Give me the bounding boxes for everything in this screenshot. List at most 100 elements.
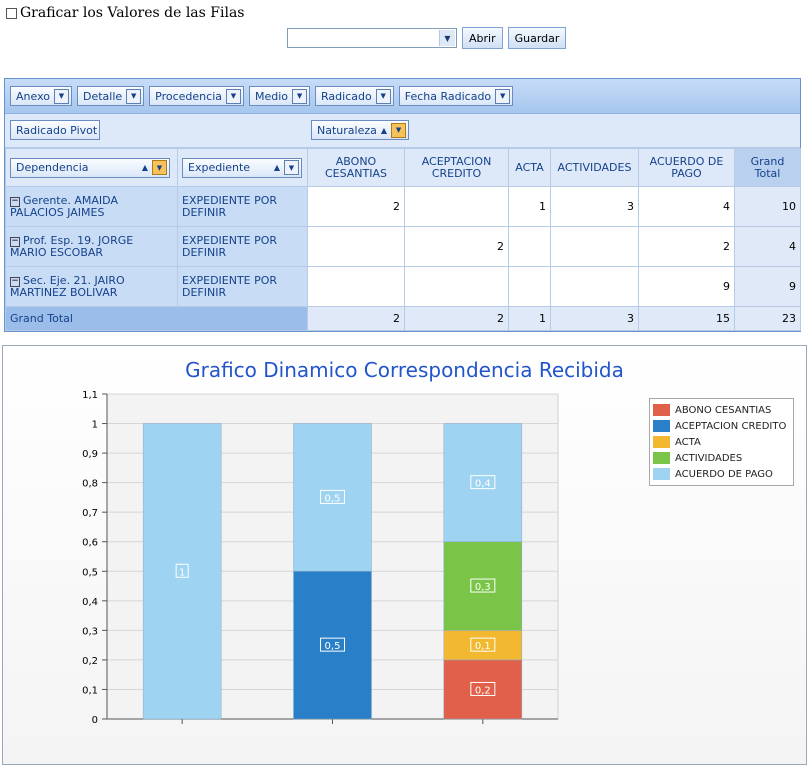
y-tick-label: 0,3	[82, 626, 98, 637]
row-header-dependencia[interactable]: − Sec. Eje. 21. JAIRO MARTINEZ BOLIVAR	[5, 266, 178, 307]
data-cell	[550, 226, 639, 267]
filter-dropdown-icon[interactable]: ▼	[495, 88, 511, 104]
row-field-expediente[interactable]: Expediente ▲ ▼	[177, 148, 308, 187]
row-header-dependencia[interactable]: − Prof. Esp. 19. JORGE MARIO ESCOBAR	[5, 226, 178, 267]
data-cell: 2	[307, 186, 405, 227]
row-header-dependencia[interactable]: − Gerente. AMAIDA PALACIOS JAIMES	[5, 186, 178, 227]
legend-item: ABONO CESANTIAS	[653, 402, 790, 418]
data-label: 0,3	[475, 582, 491, 593]
graph-rows-option[interactable]: Graficar los Valores de las Filas	[6, 5, 244, 21]
filter-dropdown-icon[interactable]: ▼	[126, 88, 142, 104]
grand-total-cell: 23	[734, 306, 801, 331]
grand-total-cell: 2	[404, 306, 509, 331]
legend-item: ACTA	[653, 434, 790, 450]
grand-total-row: Grand Total 2 2 1 3 15 23	[5, 306, 801, 331]
data-cell	[508, 226, 551, 267]
y-tick-label: 0,7	[82, 508, 98, 519]
field-expediente[interactable]: Expediente ▲ ▼	[182, 157, 302, 178]
data-label: 0,5	[325, 641, 341, 652]
field-label: Naturaleza	[317, 123, 377, 137]
grand-total-cell: 1	[508, 306, 551, 331]
data-cell	[508, 266, 551, 307]
legend-label: ABONO CESANTIAS	[675, 404, 772, 416]
row-header-expediente: EXPEDIENTE POR DEFINIR	[177, 226, 308, 267]
filter-dropdown-icon[interactable]: ▼	[292, 88, 308, 104]
table-row: − Sec. Eje. 21. JAIRO MARTINEZ BOLIVAR EX…	[5, 266, 801, 307]
pivot-table: Dependencia ▲ ▼ Expediente ▲ ▼ ABONO CESAN…	[5, 148, 801, 331]
table-row: − Gerente. AMAIDA PALACIOS JAIMES EXPEDIE…	[5, 186, 801, 227]
data-cell	[404, 266, 509, 307]
grand-total-cell: 15	[638, 306, 735, 331]
filter-dropdown-icon[interactable]: ▼	[284, 160, 299, 175]
filter-dropdown-icon[interactable]: ▼	[226, 88, 241, 104]
legend-swatch	[653, 468, 670, 480]
field-label: Radicado Pivot	[16, 123, 98, 137]
column-header[interactable]: ACTIVIDADES	[550, 148, 639, 187]
data-cell	[307, 266, 405, 307]
legend-swatch	[653, 452, 670, 464]
row-header-expediente: EXPEDIENTE POR DEFINIR	[177, 266, 308, 307]
sort-ascending-icon: ▲	[273, 162, 280, 172]
row-header-expediente: EXPEDIENTE POR DEFINIR	[177, 186, 308, 227]
field-label: Detalle	[82, 89, 123, 103]
column-header[interactable]: ACEPTACION CREDITO	[404, 148, 509, 187]
y-tick-label: 0,5	[82, 567, 98, 578]
field-detalle[interactable]: Detalle ▼	[76, 86, 145, 106]
dependencia-label: Sec. Eje. 21. JAIRO MARTINEZ BOLIVAR	[10, 273, 125, 299]
y-tick-label: 0,6	[82, 538, 98, 549]
field-label: Medio	[255, 89, 289, 103]
layout-select[interactable]: ▼	[287, 28, 457, 48]
pivot-grid: Anexo ▼ Detalle ▼ Procedencia ▼ Medio ▼ Radi…	[4, 78, 801, 332]
sort-ascending-icon: ▲	[380, 125, 388, 135]
legend-swatch	[653, 436, 670, 448]
field-radicado[interactable]: Radicado ▼	[315, 86, 394, 106]
save-button[interactable]: Guardar	[507, 27, 567, 49]
legend-item: ACTIVIDADES	[653, 450, 790, 466]
data-cell: 9	[638, 266, 735, 307]
data-cell: 3	[550, 186, 639, 227]
field-label: Anexo	[16, 89, 50, 103]
data-cell	[307, 226, 405, 267]
filter-dropdown-icon[interactable]: ▼	[375, 88, 391, 104]
grand-total-label: Grand Total	[5, 306, 308, 331]
column-header[interactable]: ABONO CESANTIAS	[307, 148, 405, 187]
field-label: Fecha Radicado	[404, 89, 492, 103]
data-cell	[404, 186, 509, 227]
field-label: Procedencia	[155, 89, 222, 103]
graph-rows-checkbox[interactable]	[6, 7, 17, 19]
filter-dropdown-icon[interactable]: ▼	[152, 160, 167, 175]
data-label: 0,4	[475, 479, 491, 490]
row-field-dependencia[interactable]: Dependencia ▲ ▼	[5, 148, 178, 187]
column-header[interactable]: ACUERDO DE PAGO	[638, 148, 735, 187]
field-procedencia[interactable]: Procedencia ▼	[149, 86, 244, 106]
row-total-cell: 10	[734, 186, 801, 227]
data-cell: 2	[404, 226, 509, 267]
legend-label: ACTA	[675, 436, 701, 448]
grand-total-header: Grand Total	[734, 148, 801, 187]
filter-dropdown-icon[interactable]: ▼	[53, 88, 69, 104]
legend-item: ACUERDO DE PAGO	[653, 466, 790, 482]
column-header[interactable]: ACTA	[508, 148, 551, 187]
y-tick-label: 0,9	[82, 449, 98, 460]
data-label: 1	[179, 567, 185, 578]
chevron-down-icon[interactable]: ▼	[439, 30, 455, 46]
field-dependencia[interactable]: Dependencia ▲ ▼	[10, 157, 170, 178]
legend-label: ACUERDO DE PAGO	[675, 468, 773, 480]
legend-label: ACEPTACION CREDITO	[675, 420, 787, 432]
filter-dropdown-icon[interactable]: ▼	[391, 122, 407, 138]
data-cell: 4	[638, 186, 735, 227]
field-radicado-pivot[interactable]: Radicado Pivot	[10, 120, 101, 140]
field-naturaleza[interactable]: Naturaleza ▲ ▼	[311, 120, 410, 140]
field-fecha-radicado[interactable]: Fecha Radicado ▼	[398, 86, 514, 106]
field-anexo[interactable]: Anexo ▼	[10, 86, 72, 106]
sort-ascending-icon: ▲	[141, 162, 148, 172]
field-medio[interactable]: Medio ▼	[249, 86, 311, 106]
row-total-cell: 9	[734, 266, 801, 307]
open-button[interactable]: Abrir	[462, 27, 503, 49]
data-cell: 1	[508, 186, 551, 227]
dependencia-label: Gerente. AMAIDA PALACIOS JAIMES	[10, 193, 118, 219]
data-label: 0,2	[475, 685, 491, 696]
y-tick-label: 0,2	[82, 656, 98, 667]
table-row: − Prof. Esp. 19. JORGE MARIO ESCOBAR EXPE…	[5, 226, 801, 267]
data-label: 0,5	[325, 493, 341, 504]
